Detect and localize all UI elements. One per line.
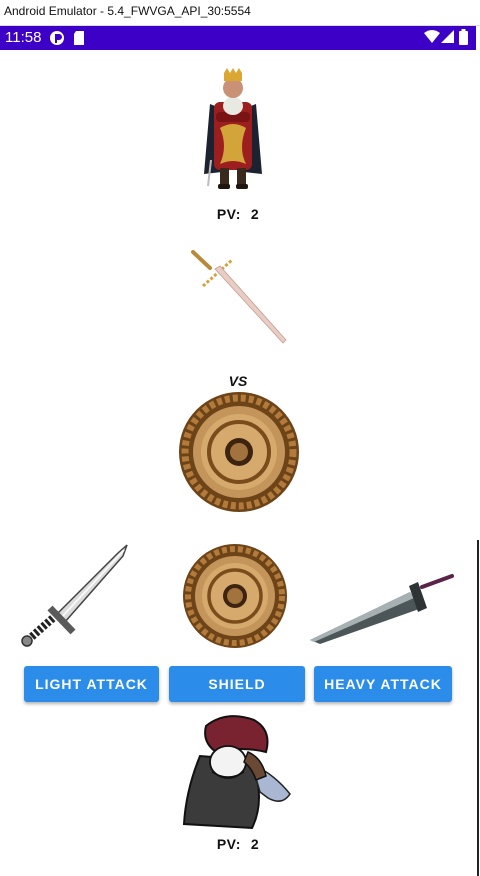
enemy-pv-label: PV: <box>216 206 241 222</box>
status-time: 11:58 <box>5 29 42 46</box>
player-pv-value: 2 <box>250 836 260 852</box>
sd-card-icon <box>74 31 84 45</box>
round-shield-icon <box>179 392 299 512</box>
player-pv: PV: 2 <box>0 836 476 852</box>
vs-label: VS <box>228 373 248 389</box>
light-attack-button[interactable]: LIGHT ATTACK <box>24 666 159 702</box>
window-edge <box>476 26 480 876</box>
king-character-icon <box>204 68 262 189</box>
round-shield-icon <box>183 544 287 648</box>
hooded-adventurer-icon <box>182 715 291 830</box>
long-sword-icon <box>191 250 287 344</box>
battery-icon <box>459 29 468 45</box>
window-title: Android Emulator - 5.4_FWVGA_API_30:5554 <box>4 4 251 18</box>
enemy-pv: PV: 2 <box>0 206 476 222</box>
shield-button[interactable]: SHIELD <box>169 666 305 702</box>
short-sword-icon <box>21 544 128 647</box>
wifi-icon <box>424 30 440 43</box>
enemy-pv-value: 2 <box>250 206 260 222</box>
signal-icon <box>441 30 454 43</box>
notification-icon <box>50 31 64 45</box>
resize-handle <box>477 540 479 876</box>
player-pv-label: PV: <box>216 836 241 852</box>
status-bar: 11:58 <box>0 26 476 50</box>
buster-sword-icon <box>310 574 454 644</box>
heavy-attack-button[interactable]: HEAVY ATTACK <box>314 666 452 702</box>
window-titlebar: Android Emulator - 5.4_FWVGA_API_30:5554 <box>0 0 480 26</box>
game-screen: PV: 2 VS LIGHT ATTACK SHIELD HEAVY ATTAC… <box>0 50 476 876</box>
